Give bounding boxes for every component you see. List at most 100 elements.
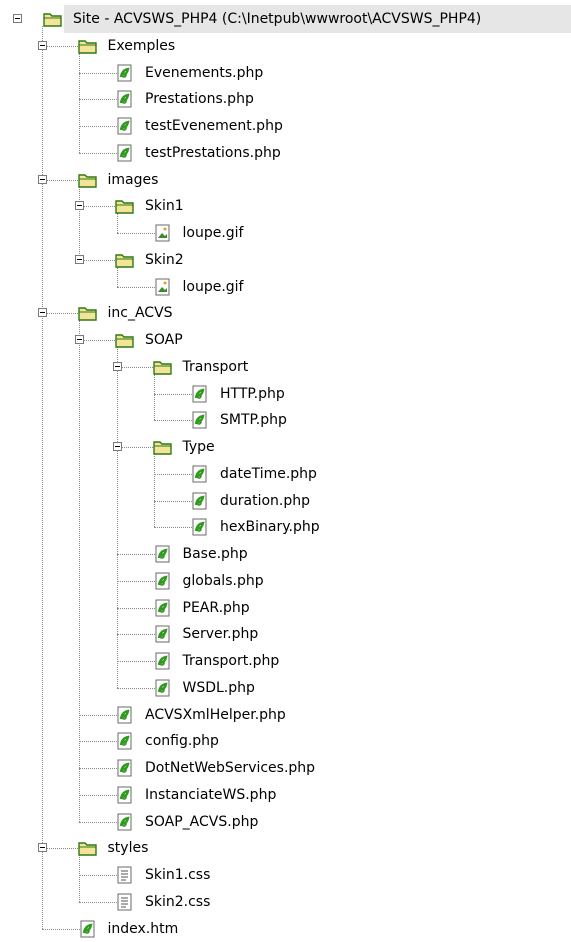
tree-connector-horizontal bbox=[79, 152, 117, 154]
tree-file-item[interactable]: DotNetWebServices.php bbox=[115, 755, 315, 781]
collapse-toggle[interactable] bbox=[112, 361, 122, 371]
tree-connector-horizontal bbox=[154, 420, 192, 422]
tree-folder-item[interactable]: SOAP bbox=[115, 327, 183, 353]
tree-folder-item[interactable]: styles bbox=[77, 835, 148, 861]
tree-file-item[interactable]: ACVSXmlHelper.php bbox=[115, 702, 286, 728]
tree-connector-vertical bbox=[116, 347, 118, 688]
tree-file-item[interactable]: SOAP_ACVS.php bbox=[115, 809, 258, 835]
collapse-toggle[interactable] bbox=[37, 843, 47, 853]
css-file-icon bbox=[115, 893, 135, 911]
tree-file-item[interactable]: index.htm bbox=[78, 916, 179, 942]
tree-item-label: Transport bbox=[182, 358, 249, 375]
tree-file-item[interactable]: loupe.gif bbox=[153, 274, 243, 300]
tree-file-item[interactable]: testPrestations.php bbox=[115, 140, 281, 166]
tree-file-item[interactable]: hexBinary.php bbox=[190, 514, 320, 540]
tree-connector-horizontal bbox=[79, 126, 117, 127]
tree-item-label: Skin2.css bbox=[145, 893, 211, 910]
tree-connector-vertical bbox=[79, 186, 80, 260]
css-file-icon bbox=[115, 866, 135, 884]
tree-connector-vertical bbox=[79, 855, 80, 902]
php-file-icon bbox=[190, 385, 210, 403]
tree-item-label: Evenements.php bbox=[145, 64, 264, 81]
tree-item-label: images bbox=[107, 171, 159, 188]
tree-connector-horizontal bbox=[79, 901, 117, 903]
tree-file-item[interactable]: Server.php bbox=[153, 621, 258, 647]
php-file-icon bbox=[190, 518, 210, 536]
tree-connector-vertical bbox=[79, 52, 80, 153]
tree-folder-item[interactable]: Exemples bbox=[77, 33, 176, 59]
php-file-icon bbox=[115, 706, 135, 724]
tree-item-label: Exemples bbox=[107, 37, 176, 54]
tree-folder-item[interactable]: Type bbox=[152, 434, 215, 460]
collapse-toggle[interactable] bbox=[75, 335, 84, 344]
tree-file-item[interactable]: SMTP.php bbox=[190, 407, 287, 433]
tree-item-label: testPrestations.php bbox=[145, 144, 281, 161]
tree-file-item[interactable]: duration.php bbox=[190, 488, 310, 514]
tree-folder-item[interactable]: images bbox=[77, 167, 159, 193]
collapse-toggle[interactable] bbox=[75, 254, 84, 264]
tree-connector-horizontal bbox=[116, 554, 155, 555]
tree-file-item[interactable]: testEvenement.php bbox=[115, 113, 283, 139]
collapse-toggle[interactable] bbox=[37, 40, 47, 50]
tree-item-label: hexBinary.php bbox=[220, 519, 320, 536]
tree-connector-horizontal bbox=[154, 393, 192, 395]
folder-icon bbox=[77, 171, 98, 189]
tree-item-label: dateTime.php bbox=[220, 465, 317, 482]
php-file-icon bbox=[190, 411, 210, 429]
tree-file-item[interactable]: HTTP.php bbox=[190, 381, 285, 407]
tree-file-item[interactable]: InstanciateWS.php bbox=[115, 782, 276, 808]
collapse-toggle[interactable] bbox=[37, 308, 47, 318]
collapse-toggle[interactable] bbox=[13, 14, 22, 23]
tree-folder-item[interactable]: Skin2 bbox=[115, 247, 184, 273]
tree-connector-horizontal bbox=[116, 366, 155, 368]
folder-icon bbox=[152, 438, 173, 456]
tree-folder-item[interactable]: Transport bbox=[152, 354, 249, 380]
collapse-toggle[interactable] bbox=[37, 174, 47, 184]
tree-file-item[interactable]: WSDL.php bbox=[153, 675, 255, 701]
folder-icon bbox=[115, 197, 135, 215]
tree-file-item[interactable]: Prestations.php bbox=[115, 86, 254, 112]
tree-file-item[interactable]: config.php bbox=[115, 728, 219, 754]
collapse-toggle[interactable] bbox=[112, 442, 122, 451]
tree-folder-item[interactable]: inc_ACVS bbox=[77, 300, 173, 326]
tree-connector-vertical bbox=[41, 26, 43, 929]
php-file-icon bbox=[115, 90, 135, 108]
folder-icon bbox=[43, 10, 63, 28]
tree-connector-horizontal bbox=[116, 580, 155, 582]
tree-item-label: PEAR.php bbox=[182, 599, 250, 616]
tree-connector-horizontal bbox=[41, 179, 80, 181]
tree-connector-horizontal bbox=[41, 928, 80, 930]
tree-file-item[interactable]: PEAR.php bbox=[153, 595, 250, 621]
php-file-icon bbox=[190, 465, 210, 483]
tree-file-item[interactable]: dateTime.php bbox=[190, 461, 317, 487]
tree-file-item[interactable]: Skin1.css bbox=[115, 862, 210, 888]
collapse-toggle[interactable] bbox=[75, 201, 84, 211]
php-file-icon bbox=[153, 625, 173, 643]
folder-icon bbox=[152, 358, 173, 376]
tree-item-label: InstanciateWS.php bbox=[145, 786, 277, 803]
tree-connector-horizontal bbox=[116, 447, 155, 448]
tree-item-label: SOAP_ACVS.php bbox=[145, 813, 259, 830]
tree-connector-horizontal bbox=[116, 233, 155, 234]
tree-connector-horizontal bbox=[116, 286, 155, 288]
tree-item-label: HTTP.php bbox=[220, 385, 285, 402]
tree-item-label: testEvenement.php bbox=[145, 118, 283, 134]
tree-item-label: index.htm bbox=[107, 920, 179, 937]
tree-folder-item[interactable]: Skin1 bbox=[115, 193, 184, 219]
tree-connector-horizontal bbox=[79, 875, 117, 876]
folder-icon bbox=[115, 331, 135, 349]
tree-item-label: Skin1 bbox=[145, 198, 184, 215]
folder-icon bbox=[115, 251, 135, 269]
tree-file-item[interactable]: Evenements.php bbox=[115, 60, 263, 86]
tree-file-item[interactable]: globals.php bbox=[153, 568, 264, 594]
tree-connector-horizontal bbox=[79, 794, 117, 796]
tree-item-label: duration.php bbox=[220, 492, 311, 509]
tree-file-item[interactable]: Base.php bbox=[153, 541, 248, 567]
tree-file-item[interactable]: Transport.php bbox=[153, 648, 279, 674]
tree-connector-horizontal bbox=[79, 821, 117, 823]
tree-file-item[interactable]: Skin2.css bbox=[115, 889, 210, 915]
tree-folder-item[interactable]: Site - ACVSWS_PHP4 (C:\Inetpub\wwwroot\A… bbox=[43, 6, 481, 32]
tree-item-label: ACVSXmlHelper.php bbox=[145, 706, 286, 723]
tree-connector-horizontal bbox=[79, 340, 117, 341]
tree-file-item[interactable]: loupe.gif bbox=[153, 220, 243, 246]
